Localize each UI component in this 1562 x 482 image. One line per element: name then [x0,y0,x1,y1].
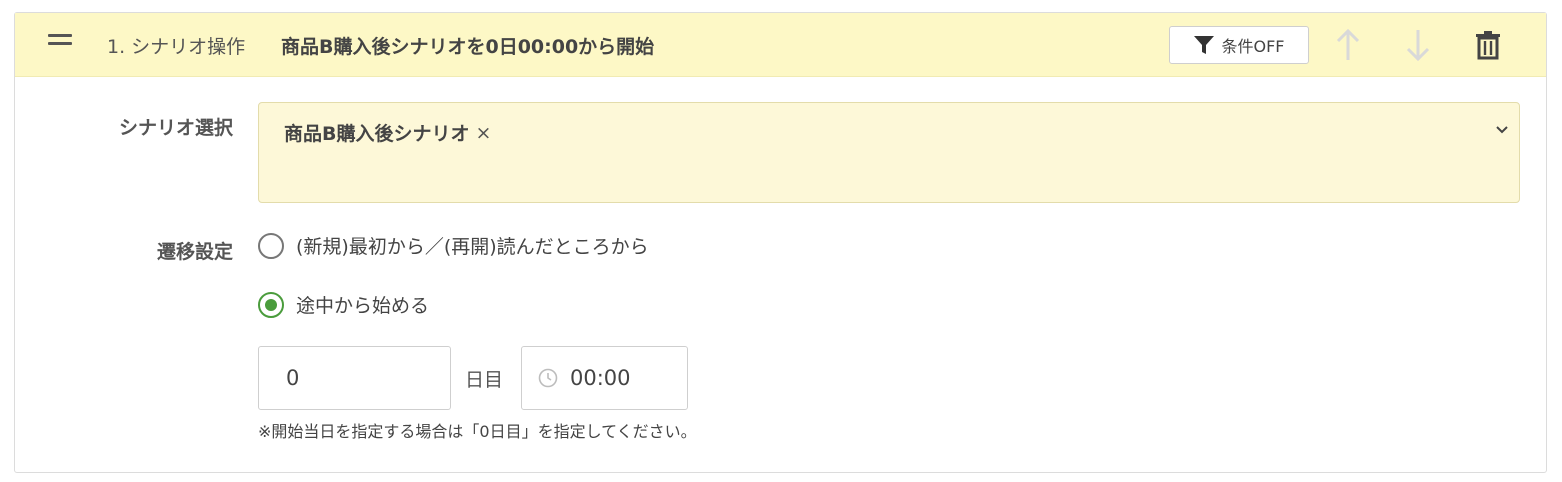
day-unit-label: 日目 [465,369,504,391]
scenario-step-card: 1. シナリオ操作 商品B購入後シナリオを0日00:00から開始 条件OFF シ… [14,12,1547,473]
selected-scenario-tag: 商品B購入後シナリオ × [284,119,491,146]
selected-scenario-name: 商品B購入後シナリオ [284,123,470,145]
move-up-button[interactable] [1330,27,1366,63]
radio-midway[interactable] [258,291,284,318]
transition-option-midway[interactable]: 途中から始める [258,291,429,318]
condition-filter-label: 条件OFF [1221,37,1285,56]
chevron-down-icon [1496,126,1508,134]
day-input[interactable] [258,346,451,410]
filter-icon [1194,36,1215,54]
radio-from-start[interactable] [258,232,284,259]
condition-filter-button[interactable]: 条件OFF [1169,26,1309,64]
clock-icon [538,368,558,388]
transition-option-from-start[interactable]: (新規)最初から／(再開)読んだところから [258,232,649,259]
remove-tag-button[interactable]: × [475,122,491,144]
step-header: 1. シナリオ操作 商品B購入後シナリオを0日00:00から開始 条件OFF [15,13,1546,77]
transition-option-midway-label: 途中から始める [296,295,430,317]
scenario-select-label: シナリオ選択 [118,117,233,139]
time-picker[interactable] [521,346,688,410]
trash-icon [1476,31,1500,60]
delete-button[interactable] [1470,27,1506,63]
drag-handle-icon[interactable] [48,34,72,48]
move-down-button[interactable] [1400,27,1436,63]
transition-option-from-start-label: (新規)最初から／(再開)読んだところから [296,236,649,258]
step-label: 1. シナリオ操作 [107,36,246,58]
step-summary: 商品B購入後シナリオを0日00:00から開始 [281,36,655,58]
time-input[interactable] [570,366,660,390]
scenario-select[interactable]: 商品B購入後シナリオ × [258,102,1520,203]
start-day-note: ※開始当日を指定する場合は「0日目」を指定してください。 [258,422,697,441]
arrow-up-icon [1336,28,1360,60]
arrow-down-icon [1406,30,1430,62]
transition-setting-label: 遷移設定 [156,241,233,263]
